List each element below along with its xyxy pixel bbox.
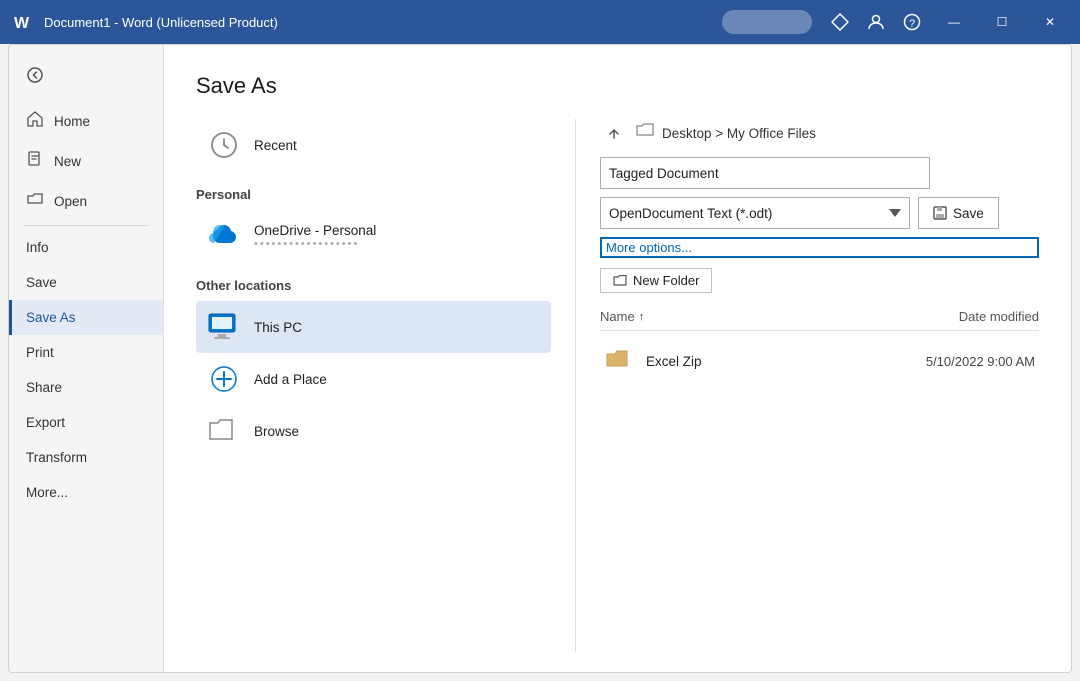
breadcrumb-bar: Desktop > My Office Files <box>600 119 1039 147</box>
sidebar-divider-1 <box>23 225 149 226</box>
column-date-modified: Date modified <box>879 309 1039 324</box>
personal-section-label: Personal <box>196 187 551 202</box>
sidebar-saveas-label: Save As <box>26 310 76 325</box>
sidebar-new-label: New <box>54 154 81 169</box>
save-button-label: Save <box>953 206 984 221</box>
sidebar-save-label: Save <box>26 275 57 290</box>
format-row: OpenDocument Text (*.odt) Save <box>600 197 1039 229</box>
open-icon <box>26 191 44 211</box>
new-icon <box>26 151 44 171</box>
location-this-pc[interactable]: This PC <box>196 301 551 353</box>
app-body: Home New Open Info Save <box>8 44 1072 673</box>
sidebar-item-home[interactable]: Home <box>9 101 163 141</box>
location-browse[interactable]: Browse <box>196 405 551 457</box>
browse-icon <box>206 413 242 449</box>
onedrive-icon <box>206 218 242 254</box>
sort-icon: ↑ <box>639 311 645 323</box>
sidebar-item-export[interactable]: Export <box>9 405 163 440</box>
more-options-link[interactable]: More options... <box>600 237 1039 258</box>
new-folder-label: New Folder <box>633 273 699 288</box>
table-row[interactable]: Excel Zip 5/10/2022 9:00 AM <box>600 335 1039 387</box>
main-content: Save As Recent Personal <box>164 45 1071 672</box>
locations-panel: Recent Personal OneDrive - Personal ••••… <box>196 119 576 652</box>
sidebar-item-open[interactable]: Open <box>9 181 163 221</box>
breadcrumb-path: Desktop > My Office Files <box>662 126 816 141</box>
sidebar-item-more[interactable]: More... <box>9 475 163 510</box>
sidebar-export-label: Export <box>26 415 65 430</box>
sidebar-item-print[interactable]: Print <box>9 335 163 370</box>
this-pc-label: This PC <box>254 320 302 335</box>
browse-label: Browse <box>254 424 299 439</box>
add-place-label: Add a Place <box>254 372 327 387</box>
recent-icon <box>206 127 242 163</box>
new-folder-button[interactable]: New Folder <box>600 268 712 293</box>
sidebar-item-share[interactable]: Share <box>9 370 163 405</box>
title-bar: W Document1 - Word (Unlicensed Product) … <box>0 0 1080 44</box>
add-place-icon <box>206 361 242 397</box>
onedrive-name: OneDrive - Personal <box>254 223 376 238</box>
back-button[interactable] <box>17 57 53 93</box>
page-title: Save As <box>196 73 1039 99</box>
saveas-layout: Recent Personal OneDrive - Personal ••••… <box>196 119 1039 652</box>
file-list-header: Name ↑ Date modified <box>600 309 1039 331</box>
breadcrumb-folder-icon <box>636 123 654 144</box>
onedrive-sub: •••••••••••••••••• <box>254 238 376 250</box>
file-date: 5/10/2022 9:00 AM <box>875 354 1035 369</box>
sidebar-open-label: Open <box>54 194 87 209</box>
window-controls: ? — ☐ ✕ <box>722 0 1072 44</box>
sidebar-info-label: Info <box>26 240 49 255</box>
svg-text:W: W <box>14 15 30 32</box>
sidebar-more-label: More... <box>26 485 68 500</box>
maximize-button[interactable]: ☐ <box>980 0 1024 44</box>
help-icon[interactable]: ? <box>896 6 928 38</box>
location-add-place[interactable]: Add a Place <box>196 353 551 405</box>
file-folder-icon <box>604 345 636 377</box>
minimize-button[interactable]: — <box>932 0 976 44</box>
sidebar-item-info[interactable]: Info <box>9 230 163 265</box>
user-avatar[interactable] <box>722 10 812 34</box>
svg-text:?: ? <box>909 18 915 30</box>
sidebar-item-save[interactable]: Save <box>9 265 163 300</box>
sidebar-item-transform[interactable]: Transform <box>9 440 163 475</box>
sidebar-home-label: Home <box>54 114 90 129</box>
account-icon[interactable] <box>860 6 892 38</box>
location-onedrive[interactable]: OneDrive - Personal •••••••••••••••••• <box>196 210 551 262</box>
sidebar-print-label: Print <box>26 345 54 360</box>
sidebar: Home New Open Info Save <box>9 45 164 672</box>
close-button[interactable]: ✕ <box>1028 0 1072 44</box>
app-logo: W <box>8 8 36 36</box>
location-recent[interactable]: Recent <box>196 119 551 171</box>
breadcrumb-up-button[interactable] <box>600 119 628 147</box>
filename-input[interactable] <box>600 157 930 189</box>
file-browser: Desktop > My Office Files OpenDocument T… <box>576 119 1039 652</box>
this-pc-icon <box>206 309 242 345</box>
onedrive-info: OneDrive - Personal •••••••••••••••••• <box>254 223 376 250</box>
column-name[interactable]: Name ↑ <box>600 309 879 324</box>
file-format-select[interactable]: OpenDocument Text (*.odt) <box>600 197 910 229</box>
other-section-label: Other locations <box>196 278 551 293</box>
home-icon <box>26 111 44 131</box>
sidebar-item-saveas[interactable]: Save As <box>9 300 163 335</box>
sidebar-share-label: Share <box>26 380 62 395</box>
sidebar-transform-label: Transform <box>26 450 87 465</box>
save-button[interactable]: Save <box>918 197 999 229</box>
diamond-icon[interactable] <box>824 6 856 38</box>
recent-label: Recent <box>254 138 297 153</box>
window-title: Document1 - Word (Unlicensed Product) <box>44 15 722 30</box>
file-name: Excel Zip <box>646 354 875 369</box>
sidebar-item-new[interactable]: New <box>9 141 163 181</box>
